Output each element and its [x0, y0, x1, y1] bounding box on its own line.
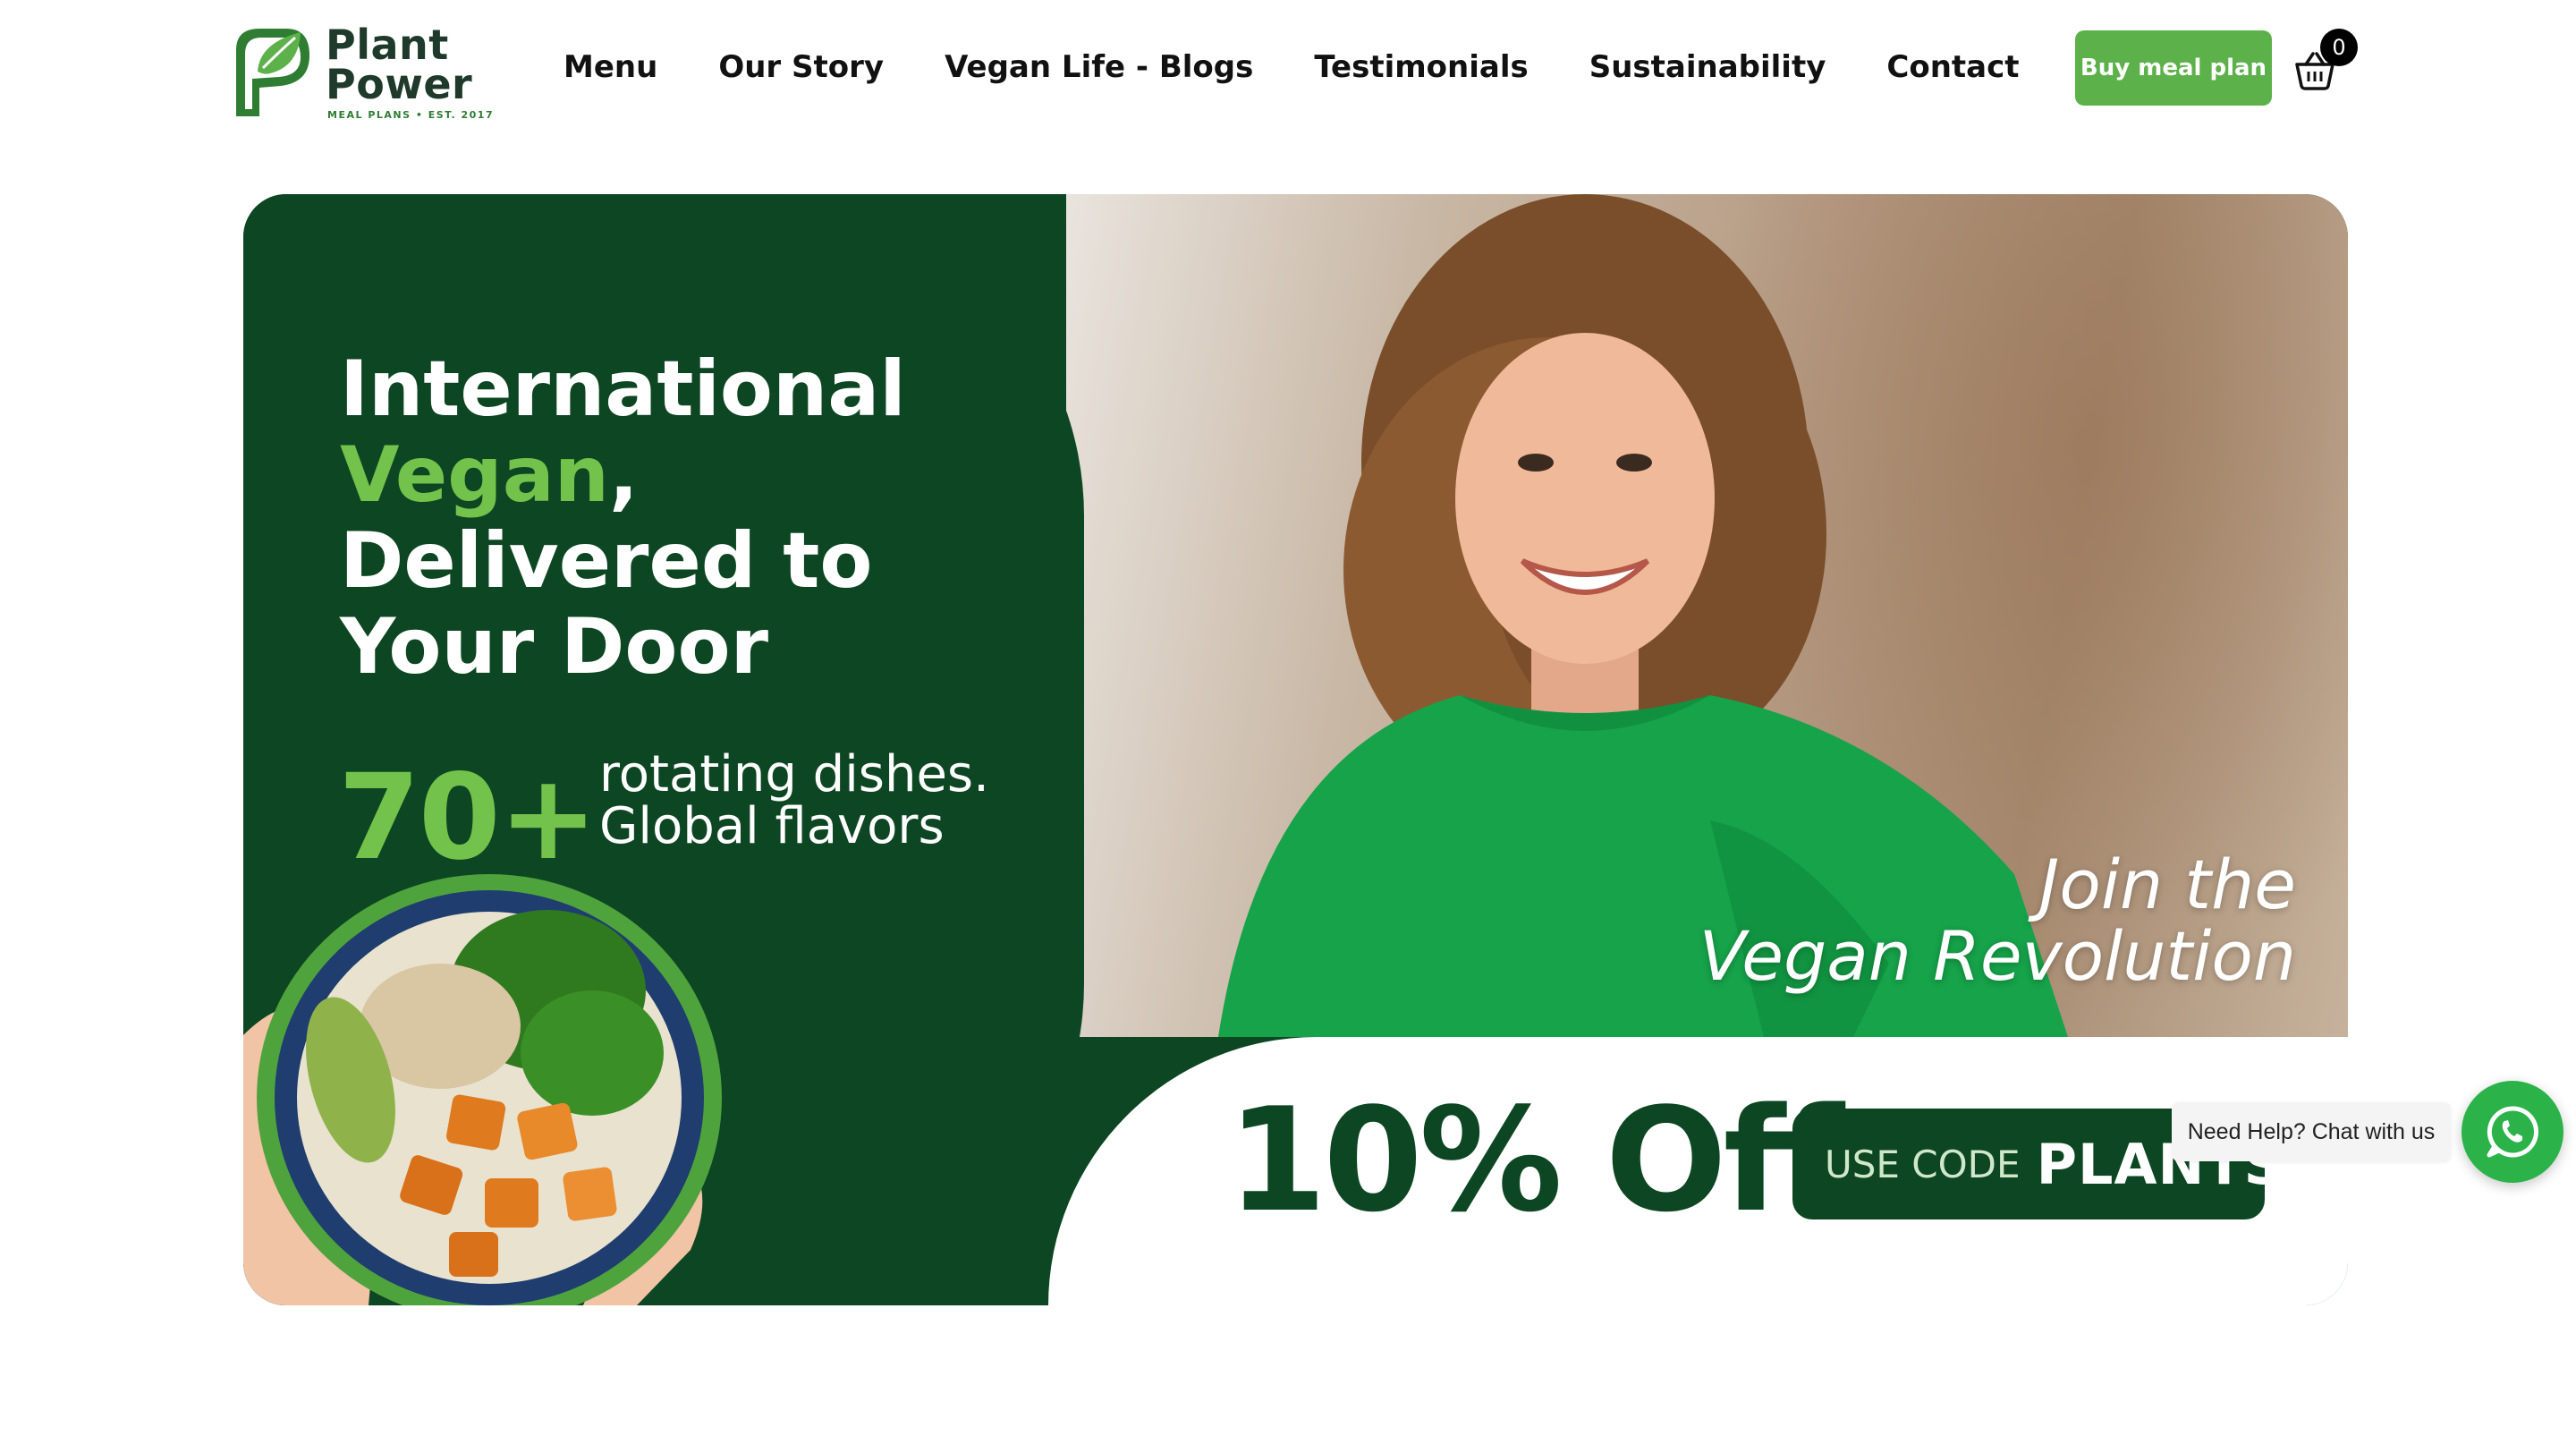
nav-item-contact[interactable]: Contact: [1886, 49, 2019, 85]
hero-banner[interactable]: Join the Vegan Revolution International …: [243, 194, 2348, 1305]
chat-help-label[interactable]: Need Help? Chat with us: [2172, 1102, 2451, 1161]
leaf-p-logo-icon: [236, 29, 309, 116]
nav-item-testimonials[interactable]: Testimonials: [1314, 49, 1528, 85]
whatsapp-icon: [2487, 1106, 2538, 1158]
main-nav: Menu Our Story Vegan Life - Blogs Testim…: [564, 45, 2020, 89]
discount-text: 10% Off: [1227, 1076, 1844, 1244]
site-header: Plant Power MEAL PLANS • EST. 2017 Menu …: [0, 0, 2576, 134]
whatsapp-chat-button[interactable]: [2462, 1081, 2563, 1183]
dish-count: 70+: [338, 749, 597, 887]
brand-tagline: MEAL PLANS • EST. 2017: [327, 109, 495, 121]
dish-count-description: rotating dishes. Global flavors: [599, 745, 989, 855]
nav-item-sustainability[interactable]: Sustainability: [1589, 49, 1826, 85]
hero-tagline: Join the Vegan Revolution: [1699, 845, 2296, 996]
brand-name: Plant Power: [326, 21, 473, 108]
nav-item-vegan-life-blogs[interactable]: Vegan Life - Blogs: [945, 49, 1253, 85]
hero-headline: International Vegan, Delivered to Your D…: [340, 344, 906, 692]
plant-power-logo[interactable]: Plant Power MEAL PLANS • EST. 2017: [224, 16, 493, 128]
buy-meal-plan-button[interactable]: Buy meal plan: [2075, 30, 2272, 106]
food-bowl-image: [243, 874, 722, 1305]
nav-item-our-story[interactable]: Our Story: [718, 49, 884, 85]
promo-code-prefix: USE CODE: [1825, 1142, 2021, 1186]
cart-count-badge: 0: [2320, 29, 2358, 66]
nav-item-menu[interactable]: Menu: [564, 49, 657, 85]
